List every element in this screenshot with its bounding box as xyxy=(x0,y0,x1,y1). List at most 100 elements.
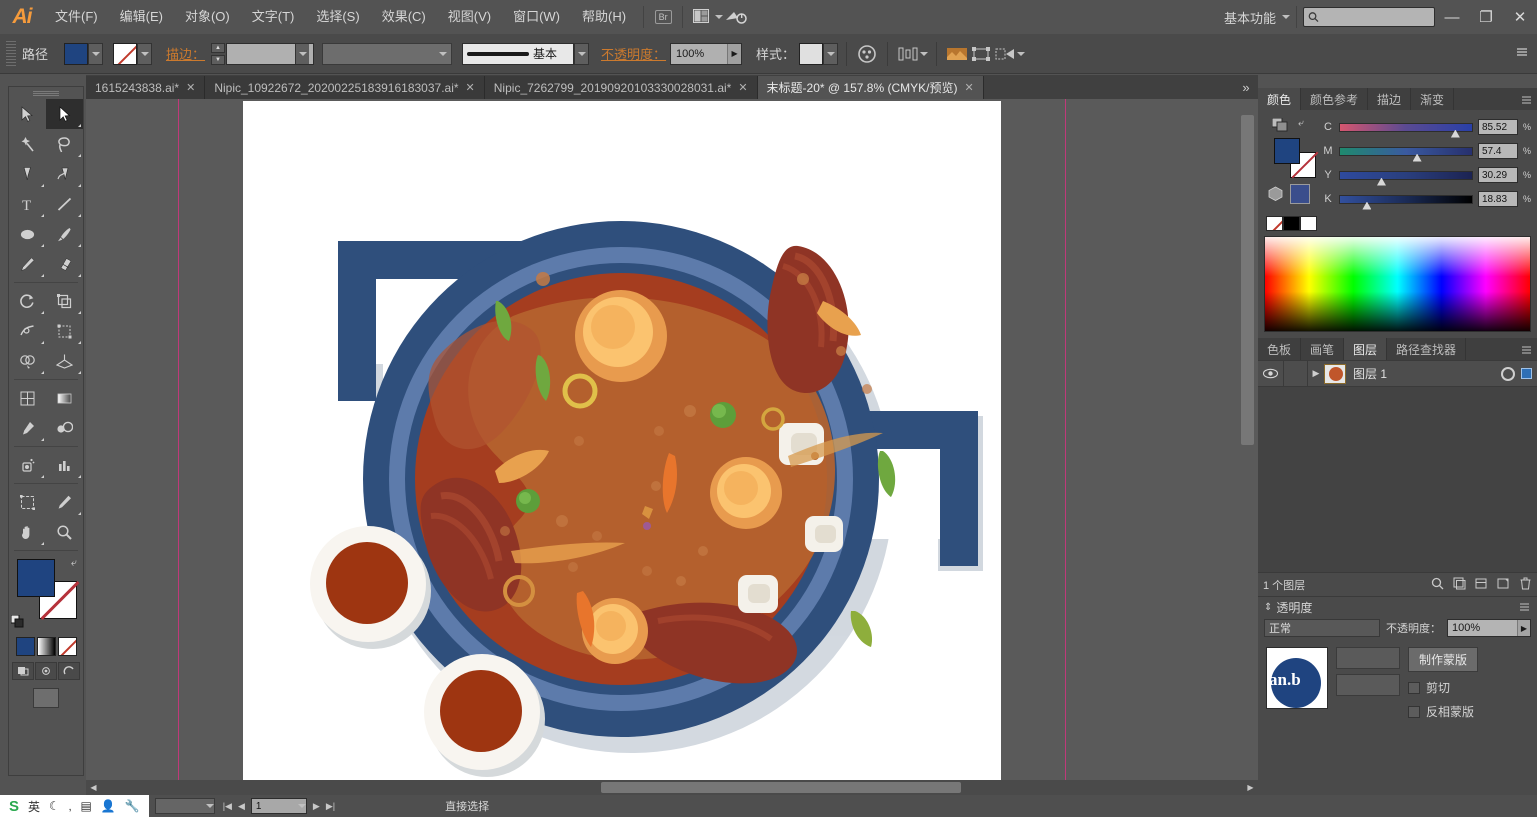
channel-value-m[interactable]: 57.4 xyxy=(1478,143,1518,159)
document-tab-2[interactable]: Nipic_10922672_20200225183916183037.ai* … xyxy=(205,76,485,99)
workspace-switcher[interactable]: 基本功能 xyxy=(1214,8,1282,27)
tab-close-icon[interactable]: ✕ xyxy=(186,81,195,94)
change-screen-mode-button[interactable] xyxy=(9,688,83,708)
tab-pathfinder[interactable]: 路径查找器 xyxy=(1387,338,1467,360)
brush-chevron-down-icon[interactable] xyxy=(574,42,590,65)
transparency-panel-menu-icon[interactable] xyxy=(1520,600,1531,614)
tab-brushes[interactable]: 画笔 xyxy=(1301,338,1345,360)
brush-definition-combo[interactable]: 基本 xyxy=(462,42,575,65)
pen-tool[interactable] xyxy=(9,159,46,189)
sogou-logo-icon[interactable]: S xyxy=(9,798,19,815)
align-icon[interactable] xyxy=(896,43,920,65)
tab-close-icon[interactable]: ✕ xyxy=(738,81,747,94)
menu-help[interactable]: 帮助(H) xyxy=(571,0,637,34)
style-chevron-down-icon[interactable] xyxy=(823,42,839,65)
tools-icon[interactable]: 🔧 xyxy=(125,799,140,813)
channel-value-y[interactable]: 30.29 xyxy=(1478,167,1518,183)
menu-window[interactable]: 窗口(W) xyxy=(502,0,571,34)
slice-tool[interactable] xyxy=(46,487,83,517)
artboard-tool[interactable] xyxy=(9,487,46,517)
clip-checkbox-row[interactable]: 剪切 xyxy=(1408,679,1478,696)
restore-button[interactable]: ❐ xyxy=(1469,0,1503,34)
scroll-right-arrow-icon[interactable]: ▶ xyxy=(1243,780,1258,795)
workspace-chevron-down-icon[interactable] xyxy=(1282,15,1290,19)
menu-select[interactable]: 选择(S) xyxy=(305,0,370,34)
locate-object-icon[interactable] xyxy=(1431,577,1444,593)
document-setup-icon[interactable] xyxy=(945,43,969,65)
canvas-horizontal-scrollbar[interactable]: ◀ ▶ xyxy=(86,780,1258,795)
tab-stroke[interactable]: 描边 xyxy=(1368,88,1412,110)
invert-mask-checkbox[interactable] xyxy=(1408,705,1420,718)
keyboard-icon[interactable]: ▤ xyxy=(80,799,91,813)
ime-toolbar[interactable]: S 英 ☾ ‚ ▤ 👤 🔧 xyxy=(0,795,149,817)
transparency-mask-slot-2[interactable] xyxy=(1336,674,1400,696)
shape-builder-tool[interactable] xyxy=(9,346,46,376)
layers-panel-menu-icon[interactable] xyxy=(1517,338,1537,360)
create-new-sublayer-icon[interactable] xyxy=(1475,577,1488,593)
color-fill-stroke-proxy-icon[interactable] xyxy=(1271,117,1288,136)
scroll-left-arrow-icon[interactable]: ◀ xyxy=(86,780,101,795)
stroke-weight-stepper[interactable]: ▲ ▼ xyxy=(211,42,226,65)
slider-track-k[interactable] xyxy=(1339,194,1473,210)
next-artboard-icon[interactable]: ▶ xyxy=(313,801,320,812)
draw-inside-button[interactable] xyxy=(58,662,80,680)
eraser-tool[interactable] xyxy=(46,249,83,279)
layer-name-label[interactable]: 图层 1 xyxy=(1346,365,1501,382)
search-field[interactable] xyxy=(1303,7,1435,27)
horizontal-scrollbar-thumb[interactable] xyxy=(601,782,961,793)
line-segment-tool[interactable] xyxy=(46,189,83,219)
first-artboard-icon[interactable]: |◀ xyxy=(223,801,232,812)
layer-row[interactable]: ▶ 图层 1 xyxy=(1258,360,1537,387)
channel-value-c[interactable]: 85.52 xyxy=(1478,119,1518,135)
color-panel-menu-icon[interactable] xyxy=(1517,88,1537,110)
arrange-chevron-down-icon[interactable] xyxy=(715,15,724,19)
stroke-label[interactable]: 描边： xyxy=(166,44,205,63)
paintbrush-tool[interactable] xyxy=(46,219,83,249)
stock-icon[interactable] xyxy=(723,6,749,28)
layer-lock-toggle[interactable] xyxy=(1284,360,1308,387)
moon-icon[interactable]: ☾ xyxy=(49,799,60,813)
black-swatch[interactable] xyxy=(1283,216,1300,231)
stroke-weight-combo[interactable] xyxy=(226,42,315,65)
free-transform-tool[interactable] xyxy=(46,316,83,346)
layer-visibility-icon[interactable] xyxy=(1258,360,1284,387)
zoom-level-combo[interactable] xyxy=(154,798,215,814)
transform-icon[interactable] xyxy=(969,43,993,65)
width-tool[interactable] xyxy=(9,316,46,346)
menu-view[interactable]: 视图(V) xyxy=(437,0,502,34)
tab-gradient[interactable]: 渐变 xyxy=(1411,88,1455,110)
tab-close-icon[interactable]: ✕ xyxy=(466,81,475,94)
opacity-input[interactable]: 100% ▶ xyxy=(670,42,743,65)
ime-language-label[interactable]: 英 xyxy=(28,798,40,815)
document-tab-3[interactable]: Nipic_7262799_20190920103330028031.ai* ✕ xyxy=(484,76,758,99)
eyedropper-tool[interactable] xyxy=(9,413,46,443)
curvature-tool[interactable] xyxy=(46,159,83,189)
magic-wand-tool[interactable] xyxy=(9,129,46,159)
rotate-tool[interactable] xyxy=(9,286,46,316)
layer-expand-arrow-icon[interactable]: ▶ xyxy=(1308,368,1324,379)
bridge-icon[interactable]: Br xyxy=(650,6,676,28)
previous-artboard-icon[interactable]: ◀ xyxy=(238,801,245,812)
tab-overflow-icon[interactable]: » xyxy=(1234,76,1258,99)
align-chevron-down-icon[interactable] xyxy=(920,51,929,56)
tab-swatches[interactable]: 色板 xyxy=(1258,338,1302,360)
direct-selection-tool[interactable] xyxy=(46,99,83,129)
slider-track-c[interactable] xyxy=(1339,122,1473,138)
hand-tool[interactable] xyxy=(9,517,46,547)
stroke-color-swatch[interactable] xyxy=(113,42,138,65)
tab-layers[interactable]: 图层 xyxy=(1344,338,1388,360)
draw-normal-button[interactable] xyxy=(12,662,34,680)
transparency-collapse-icon[interactable]: ⇕ xyxy=(1264,602,1272,613)
make-mask-button[interactable]: 制作蒙版 xyxy=(1408,647,1479,672)
channel-value-k[interactable]: 18.83 xyxy=(1478,191,1518,207)
slider-track-y[interactable] xyxy=(1339,170,1473,186)
artboard[interactable] xyxy=(243,101,1001,799)
last-artboard-icon[interactable]: ▶| xyxy=(326,801,335,812)
isolate-chevron-down-icon[interactable] xyxy=(1017,51,1026,56)
transparency-opacity-input[interactable]: 100% ▶ xyxy=(1447,619,1531,637)
recolor-artwork-icon[interactable] xyxy=(855,43,879,65)
type-tool[interactable]: T xyxy=(9,189,46,219)
transparency-mask-slot-1[interactable] xyxy=(1336,647,1400,669)
artboard-number-input[interactable]: 1 xyxy=(250,798,307,814)
create-new-layer-icon[interactable] xyxy=(1497,577,1510,593)
